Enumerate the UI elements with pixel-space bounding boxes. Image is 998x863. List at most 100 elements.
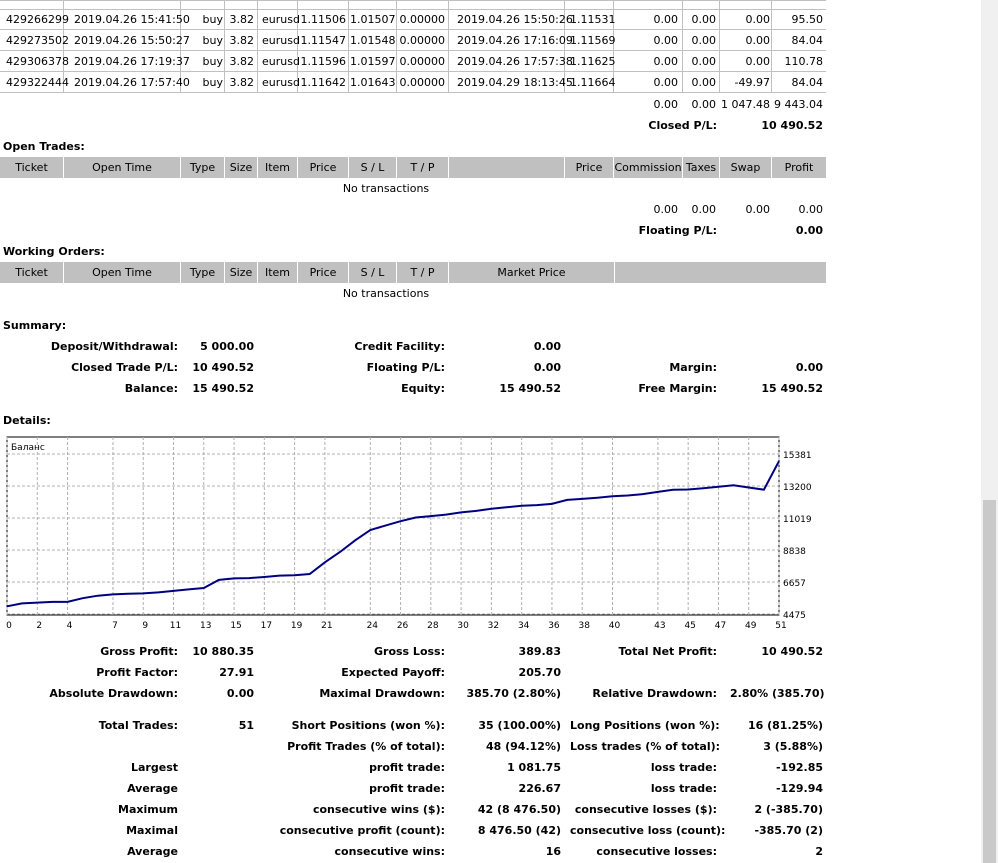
deposit-value: 5 000.00	[200, 340, 254, 353]
vertical-scrollbar[interactable]	[981, 0, 998, 863]
relative-drawdown-label: Relative Drawdown:	[592, 687, 717, 700]
col-profit: Profit	[784, 161, 814, 174]
table-row-partial	[0, 0, 826, 10]
balance-value: 15 490.52	[192, 382, 254, 395]
chart-y-ticks: 15381 13200 11019 8838 6657 4475	[783, 451, 812, 621]
column-divider	[257, 30, 258, 51]
working-orders-header: Ticket Open Time Type Size Item Price S …	[0, 262, 826, 283]
working-orders-empty: No transactions	[342, 287, 430, 300]
column-divider	[224, 51, 225, 72]
cell-size: 3.82	[229, 13, 255, 26]
scrollbar-thumb[interactable]	[983, 500, 996, 863]
col-item: Item	[258, 157, 298, 178]
cell-close-time: 2019.04.26 17:16:09	[457, 34, 573, 47]
column-divider	[224, 9, 225, 30]
x-tick-label: 49	[745, 621, 757, 631]
summary-title: Summary:	[3, 319, 67, 332]
col-price: Price	[298, 157, 349, 178]
cell-profit: 110.78	[784, 55, 824, 68]
column-divider	[257, 9, 258, 30]
cell-item: eurusd	[262, 76, 300, 89]
cell-tp: 0.00000	[399, 13, 446, 26]
cell-type: buy	[202, 55, 223, 68]
y-tick-label: 8838	[783, 547, 806, 557]
cell-close-time: 2019.04.29 18:13:45	[457, 76, 573, 89]
wo-col-blank	[615, 262, 826, 283]
free-margin-label: Free Margin:	[638, 382, 717, 395]
cell-swap: 0.00	[745, 55, 771, 68]
cell-ticket: 429306378	[6, 55, 69, 68]
maximal-drawdown-value: 385.70 (2.80%)	[466, 687, 562, 700]
x-tick-label: 34	[518, 621, 530, 631]
loss-trades-value: 3 (5.88%)	[763, 740, 823, 753]
short-positions-value: 35 (100.00%)	[478, 719, 561, 732]
cell-sl: 1.01548	[350, 34, 396, 47]
maximum-label: Maximum	[118, 803, 178, 816]
x-tick-label: 19	[291, 621, 303, 631]
gross-loss-label: Gross Loss:	[374, 645, 445, 658]
x-tick-label: 24	[367, 621, 379, 631]
x-tick-label: 9	[142, 621, 148, 631]
column-divider	[348, 72, 349, 93]
x-tick-label: 0	[6, 621, 12, 631]
column-divider	[448, 51, 449, 72]
x-tick-label: 30	[457, 621, 469, 631]
cell-item: eurusd	[262, 55, 300, 68]
margin-label: Margin:	[669, 361, 717, 374]
column-divider	[257, 72, 258, 93]
cell-close-price: 1.11569	[570, 34, 616, 47]
cell-tp: 0.00000	[399, 34, 446, 47]
cell-taxes: 0.00	[691, 34, 717, 47]
average-loss-value: -129.94	[775, 782, 823, 795]
gross-profit-value: 10 880.35	[192, 645, 254, 658]
open-trades-header: Ticket Open Time Type Size Item Price S …	[0, 157, 826, 178]
wo-col-size: Size	[225, 262, 258, 283]
cell-tp: 0.00000	[399, 76, 446, 89]
wo-col-ticket: Ticket	[0, 262, 64, 283]
y-tick-label: 4475	[783, 611, 806, 621]
col-open-time: Open Time	[64, 157, 181, 178]
cell-sl: 1.01643	[350, 76, 396, 89]
cell-swap: 0.00	[745, 34, 771, 47]
col-swap: Swap	[720, 157, 772, 178]
largest-profit-value: 1 081.75	[507, 761, 561, 774]
long-positions-label: Long Positions (won %):	[570, 719, 720, 732]
profit-factor-label: Profit Factor:	[96, 666, 178, 679]
column-divider	[771, 0, 772, 10]
column-divider	[719, 0, 720, 10]
x-tick-label: 43	[654, 621, 665, 631]
open-swap-total: 0.00	[745, 203, 771, 216]
open-profit-total: 0.00	[798, 203, 824, 216]
wo-col-market-price: Market Price	[449, 262, 615, 283]
x-tick-label: 2	[36, 621, 42, 631]
profit-trades-value: 48 (94.12%)	[485, 740, 561, 753]
cell-sl: 1.01597	[350, 55, 396, 68]
column-divider	[396, 51, 397, 72]
column-divider	[396, 9, 397, 30]
total-trades-value: 51	[238, 719, 254, 732]
max-consecutive-losses-label: consecutive losses ($):	[574, 803, 717, 816]
closed-trade-pl-label: Closed Trade P/L:	[71, 361, 178, 374]
cell-close-time: 2019.04.26 15:50:26	[457, 13, 573, 26]
table-row: 429322444 2019.04.26 17:57:40 buy 3.82 eurus…	[0, 72, 826, 93]
average-label: Average	[127, 782, 178, 795]
largest-loss-value: -192.85	[775, 761, 823, 774]
x-tick-label: 38	[578, 621, 590, 631]
x-tick-label: 17	[261, 621, 272, 631]
cell-size: 3.82	[229, 76, 255, 89]
cell-close-price: 1.11531	[570, 13, 616, 26]
column-divider	[448, 9, 449, 30]
cell-taxes: 0.00	[691, 13, 717, 26]
closed-pl-label: Closed P/L:	[648, 119, 717, 132]
col-blank	[449, 157, 565, 178]
x-tick-label: 4	[67, 621, 73, 631]
avg-consecutive-losses-label: consecutive losses:	[596, 845, 717, 858]
column-divider	[348, 0, 349, 10]
column-divider	[180, 0, 181, 10]
column-divider	[257, 0, 258, 10]
balance-chart: Баланс 153811320011019883866574475 02479…	[6, 436, 812, 631]
maximal-label: Maximal	[126, 824, 178, 837]
column-divider	[348, 51, 349, 72]
col-commission: Commission	[614, 157, 683, 178]
wo-col-tp: T / P	[397, 262, 449, 283]
